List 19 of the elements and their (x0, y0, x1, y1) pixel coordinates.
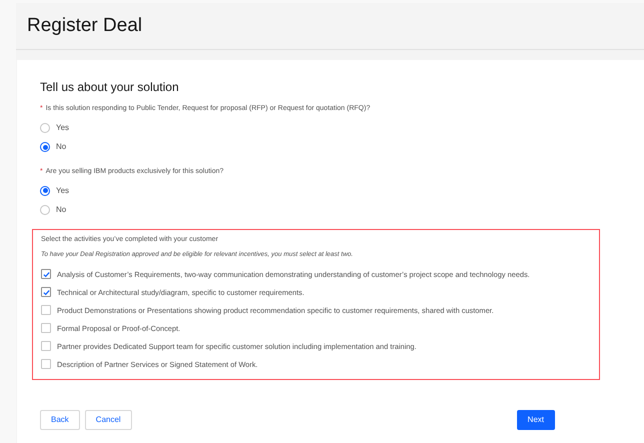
radio-label: No (56, 204, 66, 216)
radio-button[interactable] (40, 123, 50, 133)
secondary-button[interactable]: Back (40, 410, 80, 430)
radio-button[interactable] (40, 142, 50, 152)
checkbox[interactable] (41, 341, 51, 352)
radio-button[interactable] (40, 186, 50, 196)
radio-button[interactable] (40, 204, 50, 214)
checkbox[interactable] (41, 269, 51, 280)
radio-label: No (56, 141, 66, 153)
checkbox[interactable] (41, 359, 51, 370)
checkbox[interactable] (41, 323, 51, 334)
section-title: Tell us about your solution (40, 79, 180, 96)
next-button[interactable]: Next (516, 410, 555, 430)
checkbox[interactable] (41, 305, 51, 316)
page-title: Register Deal (27, 14, 142, 38)
checkbox[interactable] (41, 287, 51, 298)
secondary-button[interactable]: Cancel (84, 410, 132, 430)
radio-label: Yes (56, 122, 70, 134)
radio-label: Yes (56, 184, 70, 196)
